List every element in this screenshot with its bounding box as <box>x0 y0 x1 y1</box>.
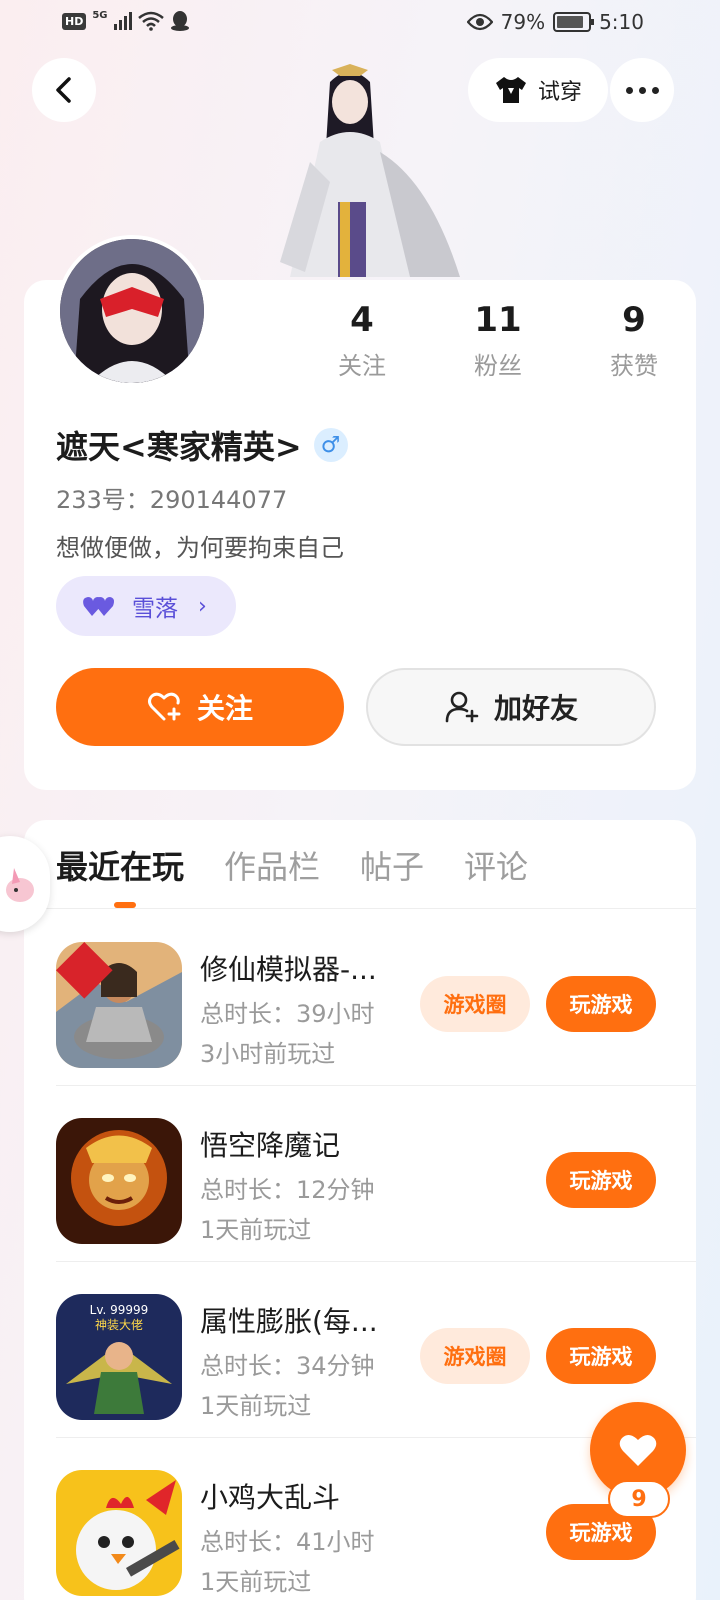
stat-value: 4 <box>350 300 374 340</box>
game-last-played: 1天前玩过 <box>200 1216 312 1244</box>
divider <box>24 908 696 909</box>
character-illustration <box>280 64 460 277</box>
double-heart-icon <box>83 597 114 616</box>
stat-likes[interactable]: 9 获赞 <box>566 300 702 381</box>
game-last-played: 3小时前玩过 <box>200 1040 336 1068</box>
username-row: 遮天<寒家精英> ♂ <box>56 422 348 468</box>
chip-label: 雪落 <box>132 596 178 622</box>
play-game-button[interactable]: 玩游戏 <box>546 1152 656 1208</box>
game-title: 小鸡大乱斗 <box>200 1481 341 1514</box>
stat-label: 关注 <box>338 352 386 380</box>
stat-followers[interactable]: 11 粉丝 <box>430 300 566 381</box>
wifi-icon <box>137 11 164 31</box>
battery-icon <box>553 12 595 32</box>
game-icon-image <box>56 1470 182 1596</box>
heart-plus-icon <box>147 692 181 721</box>
try-on-button[interactable]: 试穿 <box>468 58 608 122</box>
chevron-right-icon: › <box>198 593 207 619</box>
game-icon-image <box>56 1118 182 1244</box>
tab-recently-played[interactable]: 最近在玩 <box>56 842 184 888</box>
stat-value: 9 <box>622 300 646 340</box>
game-title: 修仙模拟器-... <box>200 953 377 986</box>
profile-tabs: 最近在玩 作品栏 帖子 评论 <box>56 842 528 888</box>
game-duration: 总时长：12分钟 <box>200 1176 375 1204</box>
eye-icon <box>466 13 493 31</box>
tab-comments[interactable]: 评论 <box>464 842 528 888</box>
follow-label: 关注 <box>196 692 253 725</box>
game-title: 悟空降魔记 <box>200 1129 341 1162</box>
game-icon-chicken[interactable] <box>56 1470 182 1596</box>
relationship-chip[interactable]: 雪落 › <box>56 576 236 636</box>
add-friend-button[interactable]: 加好友 <box>366 668 656 746</box>
stat-label: 粉丝 <box>474 352 522 380</box>
status-right: 79% 5:10 <box>466 10 644 34</box>
game-circle-button[interactable]: 游戏圈 <box>420 976 530 1032</box>
shirt-icon <box>495 77 526 103</box>
add-friend-label: 加好友 <box>493 692 578 725</box>
clock: 5:10 <box>599 10 644 34</box>
play-game-button[interactable]: 玩游戏 <box>546 1328 656 1384</box>
stat-value: 11 <box>474 300 522 340</box>
game-row[interactable]: Lv. 99999 神装大佬 属性膨胀(每... 总时长：34分钟 1天前玩过 … <box>56 1262 696 1438</box>
content-card: 最近在玩 作品栏 帖子 评论 修仙模拟器-... 总时长：39小时 3小时前玩过… <box>24 820 696 1600</box>
user-id: 233号：290144077 <box>56 486 288 514</box>
more-button[interactable] <box>610 58 674 122</box>
game-icon-image: Lv. 99999 神装大佬 <box>56 1294 182 1420</box>
status-left: HD 5G <box>62 10 190 32</box>
game-title: 属性膨胀(每... <box>200 1305 378 1338</box>
game-icon-attribute[interactable]: Lv. 99999 神装大佬 <box>56 1294 182 1420</box>
male-icon: ♂ <box>313 428 348 462</box>
game-icon-image <box>56 942 182 1068</box>
game-last-played: 1天前玩过 <box>200 1568 312 1596</box>
mascot-icon <box>6 868 34 902</box>
tab-posts[interactable]: 帖子 <box>360 842 424 888</box>
tab-works[interactable]: 作品栏 <box>224 842 320 888</box>
avatar-image <box>60 239 204 383</box>
game-row[interactable]: 修仙模拟器-... 总时长：39小时 3小时前玩过 游戏圈 玩游戏 <box>56 910 696 1086</box>
bio: 想做便做，为何要拘束自己 <box>56 534 344 562</box>
network-type: 5G <box>92 9 108 21</box>
icon-text: 神装大佬 <box>95 1318 143 1332</box>
back-button[interactable] <box>32 58 96 122</box>
play-game-button[interactable]: 玩游戏 <box>546 976 656 1032</box>
avatar-figure[interactable] <box>260 62 480 282</box>
game-list: 修仙模拟器-... 总时长：39小时 3小时前玩过 游戏圈 玩游戏 悟空降魔记 <box>24 910 696 1600</box>
more-dots-icon <box>625 86 659 94</box>
game-icon-cultivation[interactable] <box>56 942 182 1068</box>
game-duration: 总时长：41小时 <box>200 1528 375 1556</box>
qq-icon <box>170 11 189 31</box>
game-icon-wukong[interactable] <box>56 1118 182 1244</box>
follow-button[interactable]: 关注 <box>56 668 344 746</box>
game-duration: 总时长：39小时 <box>200 1000 375 1028</box>
username: 遮天<寒家精英> <box>56 428 302 466</box>
avatar[interactable] <box>56 235 208 387</box>
profile-card: 4 关注 11 粉丝 9 获赞 遮天<寒家精英> ♂ 233号：29014407… <box>24 235 696 790</box>
signal-icon <box>113 12 132 30</box>
game-duration: 总时长：34分钟 <box>200 1352 375 1380</box>
add-user-icon <box>445 691 479 723</box>
stats-row: 4 关注 11 粉丝 9 获赞 <box>294 300 702 381</box>
heart-icon <box>619 1434 657 1466</box>
game-circle-button[interactable]: 游戏圈 <box>420 1328 530 1384</box>
stat-following[interactable]: 4 关注 <box>294 300 430 381</box>
game-row[interactable]: 悟空降魔记 总时长：12分钟 1天前玩过 玩游戏 <box>56 1086 696 1262</box>
icon-text: Lv. 99999 <box>90 1303 149 1317</box>
chevron-left-icon <box>56 77 71 103</box>
hd-badge: HD <box>62 12 87 30</box>
game-last-played: 1天前玩过 <box>200 1392 312 1420</box>
battery-percent: 79% <box>500 10 546 34</box>
stat-label: 获赞 <box>610 352 658 380</box>
status-bar: HD 5G 79% 5:10 <box>0 0 720 50</box>
like-count-badge: 9 <box>608 1480 670 1518</box>
try-on-label: 试穿 <box>537 80 582 105</box>
